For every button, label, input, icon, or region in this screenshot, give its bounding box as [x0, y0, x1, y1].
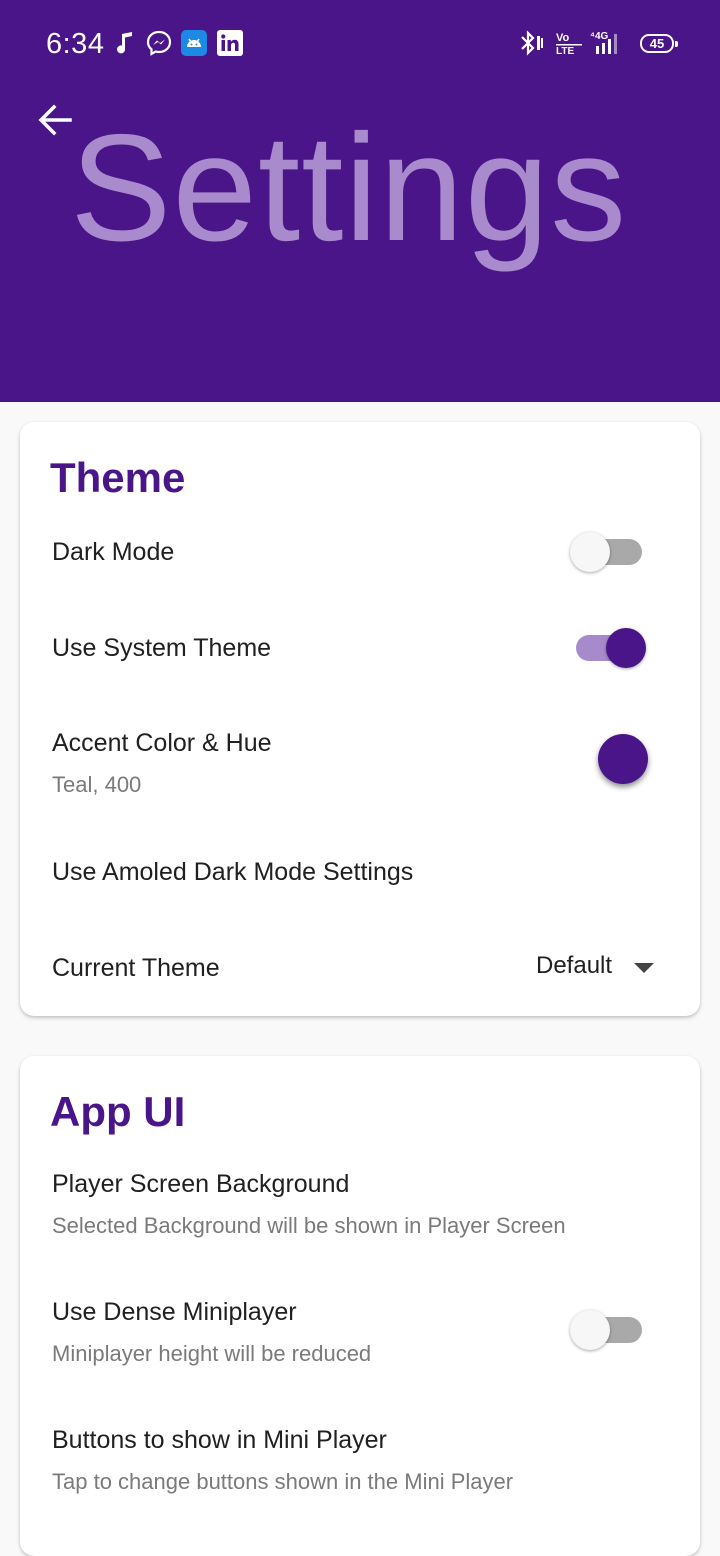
system-theme-label: Use System Theme — [52, 634, 272, 662]
svg-text:⁴4G: ⁴4G — [590, 31, 609, 42]
dense-miniplayer-subtitle: Miniplayer height will be reduced — [52, 1341, 372, 1366]
signal-4g-icon: ⁴4G — [590, 31, 617, 54]
volte-icon: Vo LTE — [556, 32, 582, 57]
dark-mode-switch[interactable] — [570, 530, 650, 574]
theme-section-title: Theme — [50, 454, 186, 501]
current-theme-label: Current Theme — [52, 954, 220, 982]
dense-miniplayer-label: Use Dense Miniplayer — [52, 1298, 297, 1326]
switch-thumb — [570, 1310, 610, 1350]
status-time: 6:34 — [46, 28, 105, 60]
status-bar: 6:34 Vo LTE ⁴4G 45 — [0, 0, 720, 88]
accent-color-label: Accent Color & Hue — [52, 729, 272, 757]
battery-level: 45 — [649, 36, 665, 51]
svg-text:LTE: LTE — [556, 46, 574, 57]
linkedin-icon — [217, 30, 243, 56]
android-app-icon — [181, 30, 207, 56]
dropdown-arrow-icon — [634, 963, 654, 973]
music-note-icon — [117, 32, 132, 54]
accent-color-swatch[interactable] — [598, 734, 648, 784]
switch-thumb — [570, 532, 610, 572]
bluetooth-icon — [521, 30, 543, 56]
amoled-settings-item[interactable]: Use Amoled Dark Mode Settings — [52, 858, 413, 887]
mini-player-buttons-label: Buttons to show in Mini Player — [52, 1426, 387, 1454]
battery-icon: 45 — [640, 34, 678, 53]
player-background-label: Player Screen Background — [52, 1170, 350, 1198]
messenger-icon — [146, 30, 172, 56]
current-theme-value: Default — [536, 952, 613, 979]
accent-color-value: Teal, 400 — [52, 772, 142, 797]
app-ui-card: App UI Player Screen Background Selected… — [20, 1056, 700, 1556]
player-background-subtitle: Selected Background will be shown in Pla… — [52, 1213, 566, 1238]
svg-text:Vo: Vo — [556, 32, 570, 44]
app-ui-section-title: App UI — [50, 1088, 186, 1135]
mini-player-buttons-subtitle: Tap to change buttons shown in the Mini … — [52, 1469, 514, 1494]
dense-miniplayer-switch[interactable] — [570, 1308, 650, 1352]
theme-card: Theme Dark Mode Use System Theme Accent … — [20, 422, 700, 1016]
dark-mode-label: Dark Mode — [52, 538, 175, 566]
app-header: 6:34 Vo LTE ⁴4G 45 Settings — [0, 0, 720, 402]
switch-thumb — [606, 628, 646, 668]
page-title: Settings — [70, 103, 628, 273]
system-theme-switch[interactable] — [570, 626, 650, 670]
